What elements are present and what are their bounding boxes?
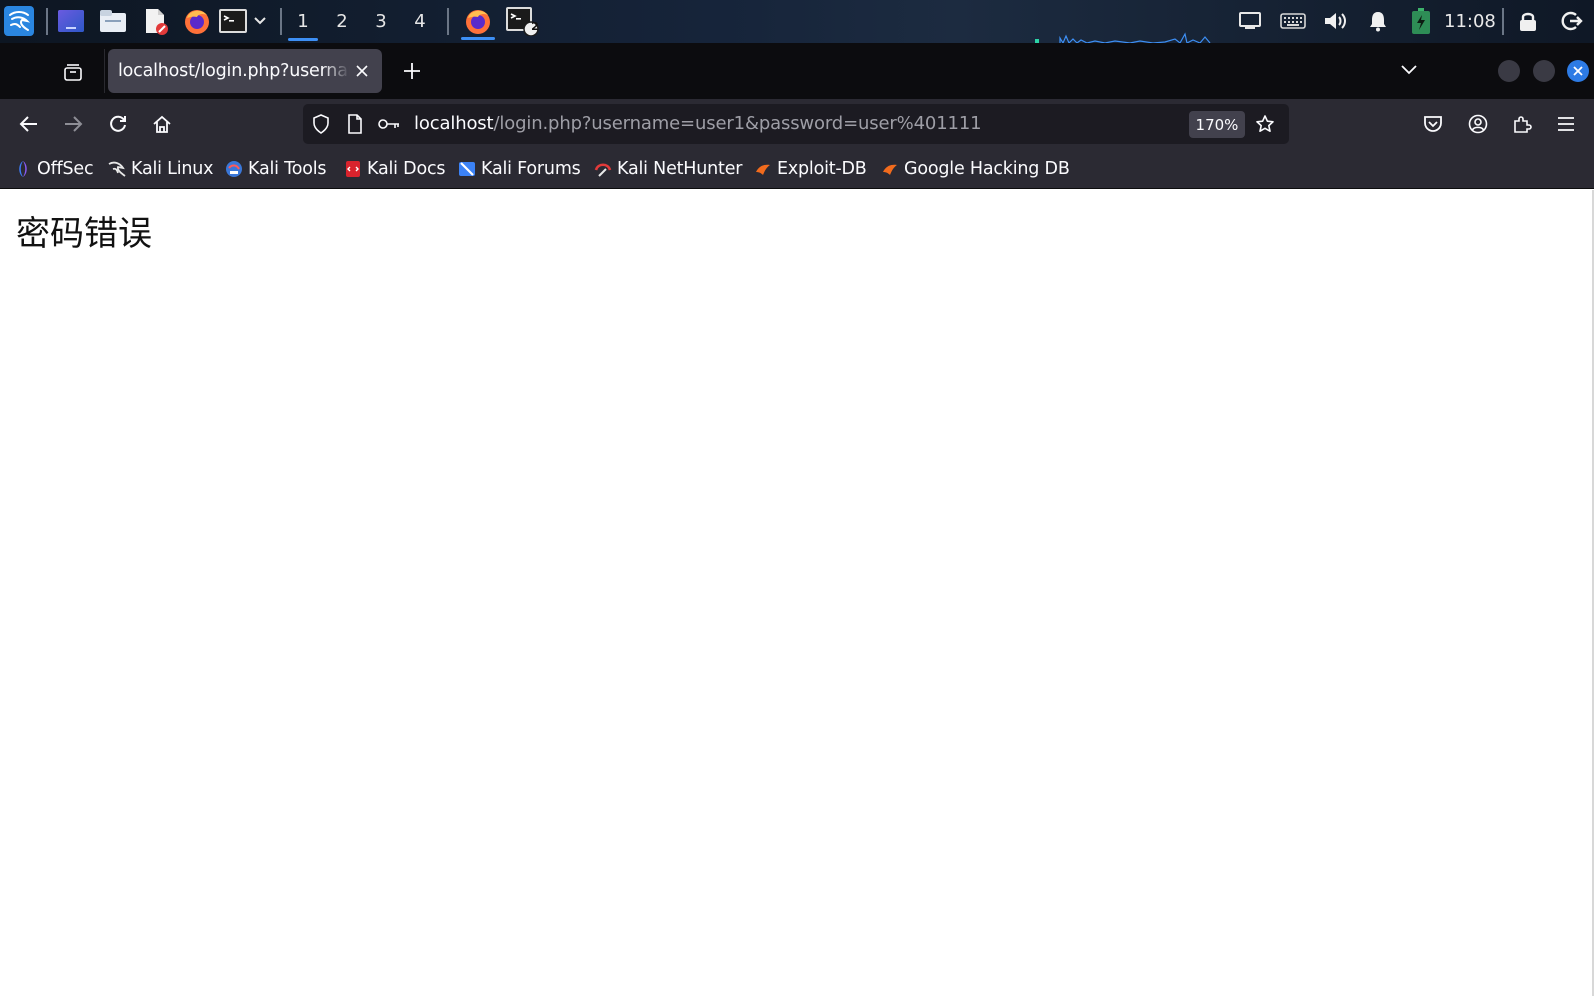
- kali-nethunter-icon: [594, 160, 612, 178]
- bookmark-offsec[interactable]: OffSec: [14, 155, 94, 183]
- bookmark-kali-linux[interactable]: Kali Linux: [108, 155, 214, 183]
- bookmark-label: Kali Docs: [367, 159, 446, 179]
- bookmark-kali-forums[interactable]: Kali Forums: [458, 155, 581, 183]
- notification-bell-icon[interactable]: [1363, 6, 1393, 36]
- firefox-launcher-icon[interactable]: [182, 6, 212, 36]
- firefox-task-icon[interactable]: [459, 6, 497, 40]
- page-content: 密码错误: [0, 190, 1594, 996]
- tab-active[interactable]: localhost/login.php?username=user1&passw…: [108, 49, 382, 93]
- bookmark-exploit-db[interactable]: Exploit-DB: [754, 155, 867, 183]
- workspace-3[interactable]: 3: [362, 0, 400, 43]
- tracking-shield-icon[interactable]: [309, 112, 333, 136]
- bookmark-kali-tools[interactable]: Kali Tools: [225, 155, 326, 183]
- error-message: 密码错误: [16, 214, 152, 254]
- tab-title: localhost/login.php?username=user1&passw…: [118, 61, 350, 81]
- url-text[interactable]: localhost/login.php?username=user1&passw…: [414, 104, 982, 144]
- terminal-count-badge: 2: [531, 20, 539, 33]
- url-path: /login.php?username=user1&password=user%…: [493, 113, 982, 134]
- bookmark-label: Kali Linux: [131, 159, 214, 179]
- exploit-db-icon: [754, 160, 772, 178]
- clock[interactable]: 11:08: [1444, 0, 1496, 43]
- bookmark-label: OffSec: [37, 159, 94, 179]
- maximize-button[interactable]: [1533, 60, 1555, 82]
- keyboard-icon[interactable]: [1278, 6, 1308, 36]
- url-bar[interactable]: localhost/login.php?username=user1&passw…: [303, 104, 1289, 144]
- bookmark-kali-docs[interactable]: Kali Docs: [344, 155, 446, 183]
- zoom-indicator[interactable]: 170%: [1189, 111, 1245, 138]
- workspace-2[interactable]: 2: [323, 0, 361, 43]
- minimize-button[interactable]: [1498, 60, 1520, 82]
- bookmark-label: Kali NetHunter: [617, 159, 743, 179]
- text-editor-icon[interactable]: [140, 6, 170, 36]
- navigation-toolbar: localhost/login.php?username=user1&passw…: [0, 99, 1594, 149]
- bookmark-google-hacking-db[interactable]: Google Hacking DB: [881, 155, 1070, 183]
- list-all-tabs-icon[interactable]: [1394, 55, 1424, 85]
- extensions-icon[interactable]: [1505, 108, 1539, 140]
- launcher-dropdown-icon[interactable]: [250, 6, 270, 36]
- kali-menu-icon[interactable]: [4, 6, 34, 36]
- workspace-1[interactable]: 1: [284, 0, 322, 43]
- battery-icon: [1406, 6, 1436, 36]
- kali-forums-icon: [458, 160, 476, 178]
- key-permissions-icon[interactable]: [377, 112, 401, 136]
- cpu-graph: [1035, 32, 1211, 43]
- bookmark-label: Kali Tools: [248, 159, 327, 179]
- workspace-4[interactable]: 4: [401, 0, 439, 43]
- close-window-button[interactable]: [1567, 60, 1589, 82]
- kali-docs-icon: [344, 160, 362, 178]
- url-host: localhost: [414, 113, 494, 134]
- bookmark-label: Google Hacking DB: [904, 159, 1070, 179]
- forward-button[interactable]: [56, 108, 90, 140]
- terminal-launcher-icon[interactable]: [218, 6, 248, 36]
- pocket-icon[interactable]: [1416, 108, 1450, 140]
- terminal-task-icon[interactable]: 2: [504, 6, 540, 36]
- kali-dragon-icon: [108, 160, 126, 178]
- display-icon[interactable]: [1235, 6, 1265, 36]
- page-info-icon[interactable]: [343, 112, 367, 136]
- tab-close-icon[interactable]: [350, 59, 374, 83]
- menu-icon[interactable]: [1549, 108, 1583, 140]
- bookmark-label: Kali Forums: [481, 159, 581, 179]
- volume-icon[interactable]: [1320, 6, 1350, 36]
- lock-icon[interactable]: [1513, 6, 1543, 36]
- logout-icon[interactable]: [1557, 6, 1587, 36]
- bookmark-label: Exploit-DB: [777, 159, 867, 179]
- kali-tools-icon: [225, 160, 243, 178]
- firefox-view-icon[interactable]: [58, 57, 88, 87]
- reload-button[interactable]: [101, 108, 135, 140]
- bookmarks-toolbar: OffSec Kali Linux Kali Tools Kali Docs K…: [0, 149, 1594, 189]
- back-button[interactable]: [12, 108, 46, 140]
- bookmark-star-icon[interactable]: [1253, 112, 1277, 136]
- bookmark-kali-nethunter[interactable]: Kali NetHunter: [594, 155, 742, 183]
- home-button[interactable]: [145, 108, 179, 140]
- top-panel: 1 2 3 4 2 11:08: [0, 0, 1594, 43]
- ghdb-icon: [881, 160, 899, 178]
- offsec-icon: [14, 160, 32, 178]
- tab-bar: localhost/login.php?username=user1&passw…: [0, 43, 1594, 99]
- desktop-icon[interactable]: [56, 6, 86, 36]
- new-tab-button[interactable]: [396, 55, 428, 87]
- file-manager-icon[interactable]: [98, 6, 128, 36]
- account-icon[interactable]: [1461, 108, 1495, 140]
